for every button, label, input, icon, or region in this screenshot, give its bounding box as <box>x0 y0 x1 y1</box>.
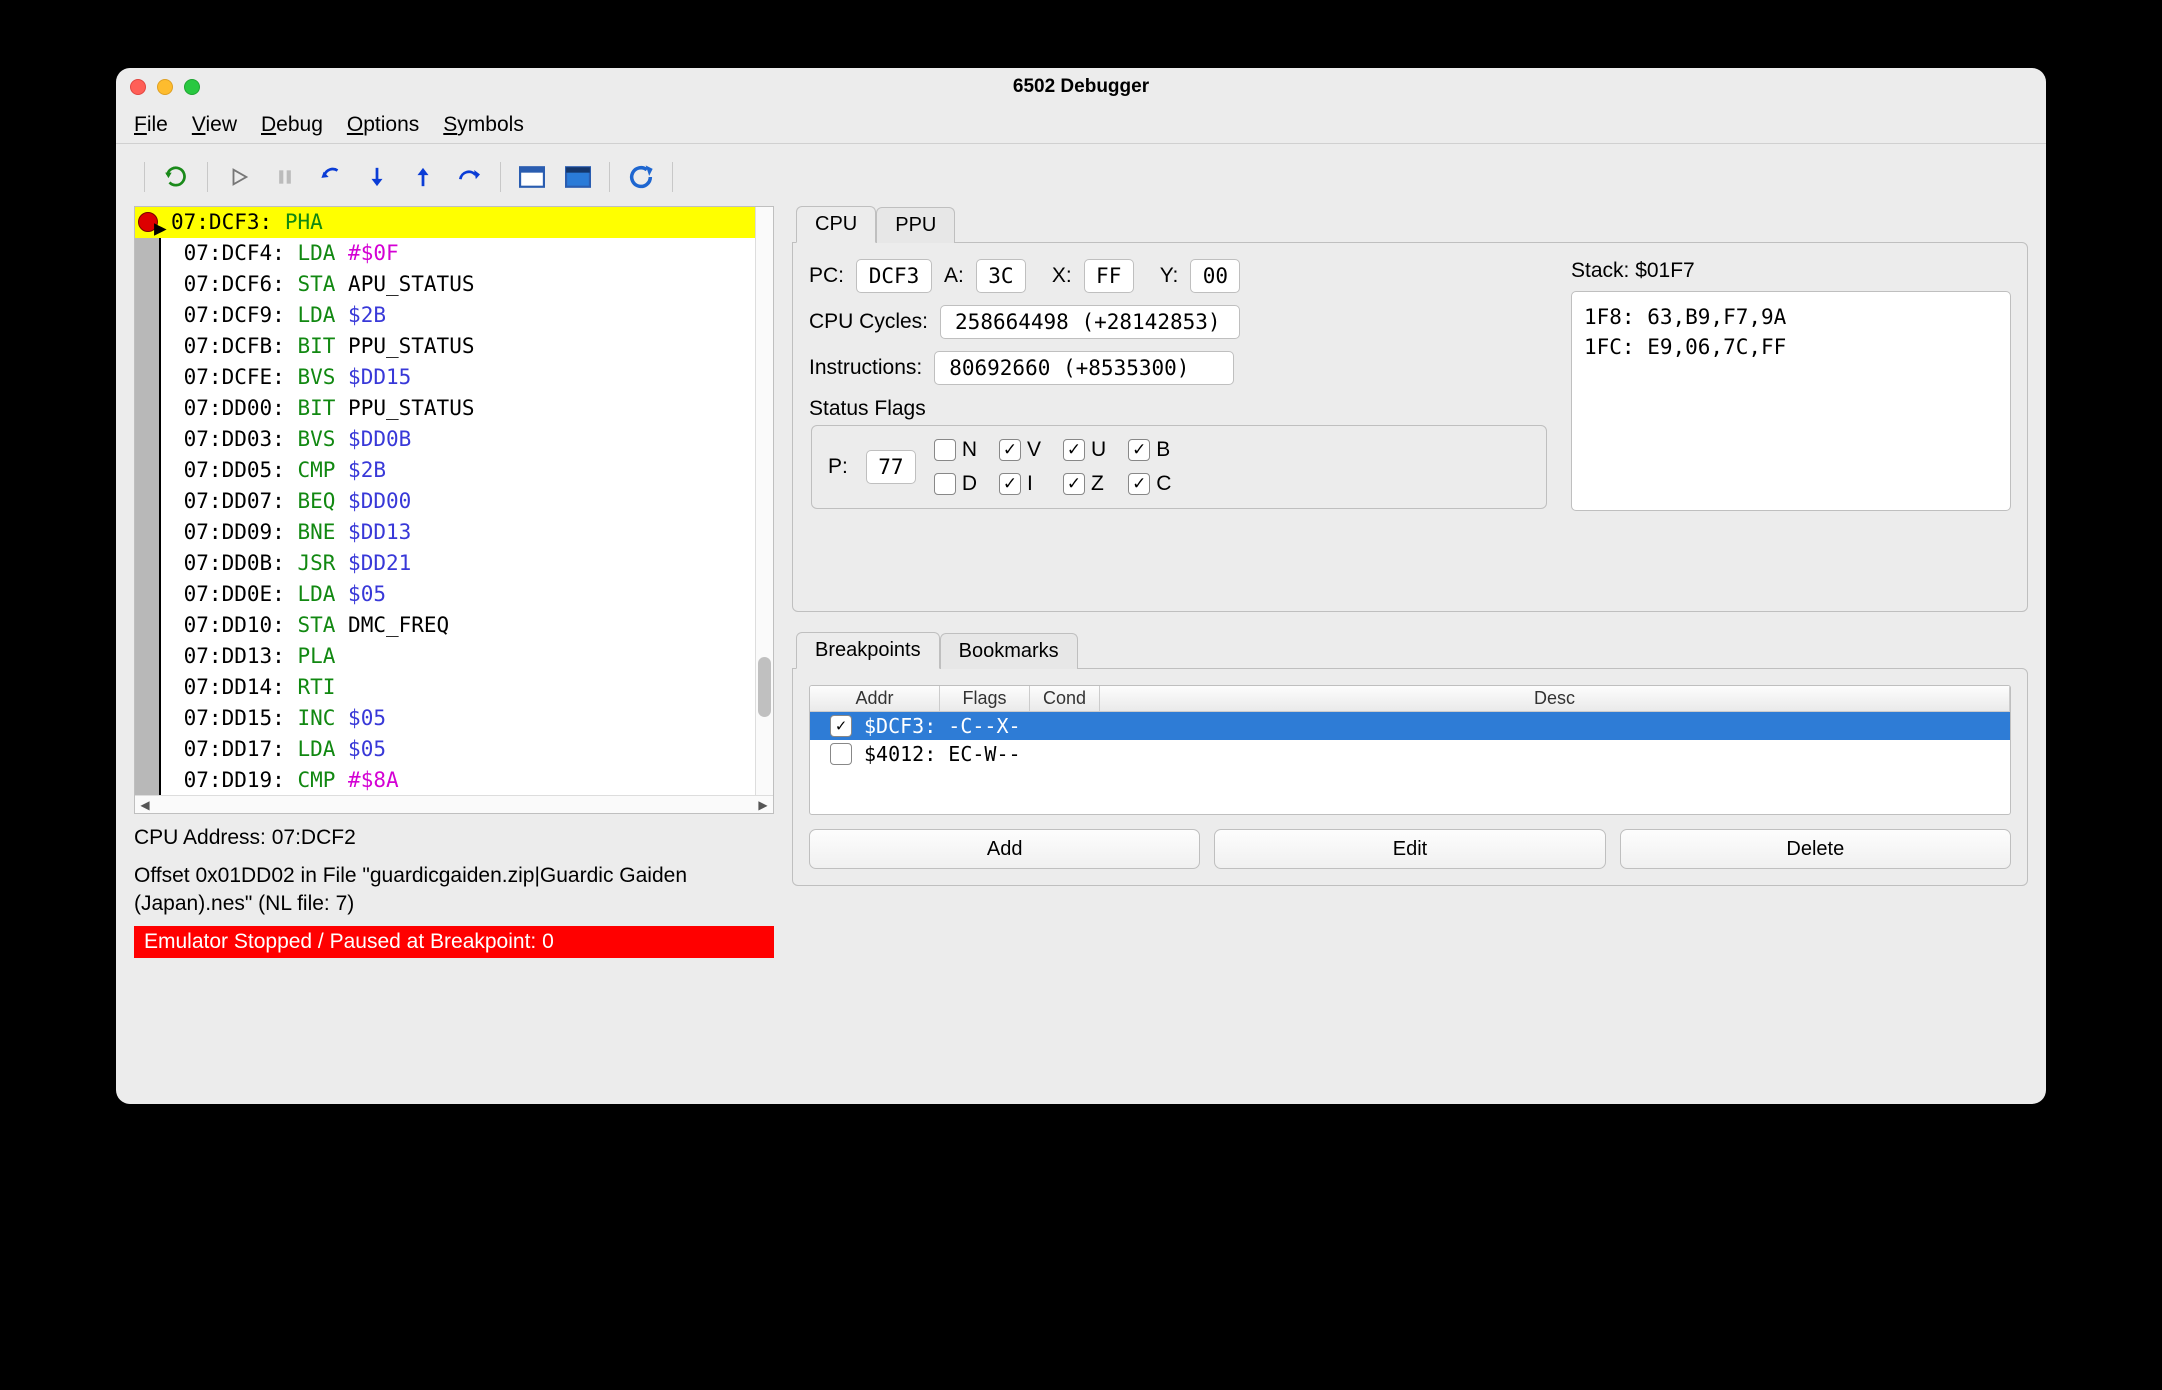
edit-button[interactable]: Edit <box>1214 829 1605 869</box>
bp-header: Addr Flags Cond Desc <box>810 686 2010 712</box>
bp-pane: Addr Flags Cond Desc ✓$DCF3: -C--X-$4012… <box>792 668 2028 886</box>
horizontal-scrollbar[interactable]: ◀ ▶ <box>135 795 773 813</box>
scroll-left-icon[interactable]: ◀ <box>137 798 153 812</box>
bp-row[interactable]: ✓$DCF3: -C--X- <box>810 712 2010 740</box>
p-label: P: <box>828 455 848 479</box>
vertical-scrollbar[interactable] <box>755 207 773 795</box>
bp-row[interactable]: $4012: EC-W-- <box>810 740 2010 768</box>
disasm-line[interactable]: 07:DD00: BIT PPU_STATUS <box>135 393 755 424</box>
file-offset-label: Offset 0x01DD02 in File "guardicgaiden.z… <box>134 862 774 918</box>
disasm-line[interactable]: 07:DCFB: BIT PPU_STATUS <box>135 331 755 362</box>
tab-cpu[interactable]: CPU <box>796 206 876 243</box>
bp-table[interactable]: Addr Flags Cond Desc ✓$DCF3: -C--X-$4012… <box>809 685 2011 815</box>
disasm-line[interactable]: 07:DD15: INC $05 <box>135 703 755 734</box>
instr-field[interactable]: 80692660 (+8535300) <box>934 351 1234 385</box>
titlebar: 6502 Debugger <box>116 68 2046 106</box>
delete-button[interactable]: Delete <box>1620 829 2011 869</box>
flag-d-checkbox[interactable]: D <box>934 472 977 496</box>
disasm-line[interactable]: 07:DCF9: LDA $2B <box>135 300 755 331</box>
window-dark-icon[interactable] <box>557 158 599 196</box>
pc-field[interactable]: DCF3 <box>856 259 932 293</box>
bp-col-addr[interactable]: Addr <box>810 686 940 711</box>
tab-breakpoints[interactable]: Breakpoints <box>796 632 940 669</box>
flag-n-checkbox[interactable]: N <box>934 438 977 462</box>
flag-b-checkbox[interactable]: ✓B <box>1128 438 1171 462</box>
step-into-icon[interactable] <box>356 158 398 196</box>
flag-z-checkbox[interactable]: ✓Z <box>1063 472 1106 496</box>
status-flags-group: P: 77 N ✓V ✓U ✓B D ✓I ✓Z ✓C <box>811 425 1547 509</box>
disasm-line[interactable]: 07:DD05: CMP $2B <box>135 455 755 486</box>
toolbar <box>116 148 2046 206</box>
stack-label: Stack: $01F7 <box>1571 259 2011 283</box>
disasm-line[interactable]: 07:DD10: STA DMC_FREQ <box>135 610 755 641</box>
bp-col-flags[interactable]: Flags <box>940 686 1030 711</box>
bp-col-cond[interactable]: Cond <box>1030 686 1100 711</box>
pause-icon[interactable] <box>264 158 306 196</box>
cycles-label: CPU Cycles: <box>809 310 928 334</box>
flags-title: Status Flags <box>809 397 1549 421</box>
x-label: X: <box>1052 264 1072 288</box>
bp-col-desc[interactable]: Desc <box>1100 686 2010 711</box>
bp-tabhost: Breakpoints Bookmarks Addr Flags Cond De… <box>792 632 2028 886</box>
cycles-field[interactable]: 258664498 (+28142853) <box>940 305 1240 339</box>
disasm-line[interactable]: 07:DD0E: LDA $05 <box>135 579 755 610</box>
menu-debug[interactable]: Debug <box>261 113 323 137</box>
reload-icon[interactable] <box>155 158 197 196</box>
disassembly-view[interactable]: ▶07:DCF3: PHA 07:DCF4: LDA #$0F 07:DCF6:… <box>134 206 774 814</box>
y-field[interactable]: 00 <box>1190 259 1240 293</box>
step-back-icon[interactable] <box>310 158 352 196</box>
add-button[interactable]: Add <box>809 829 1200 869</box>
disasm-code: ▶07:DCF3: PHA 07:DCF4: LDA #$0F 07:DCF6:… <box>135 207 755 795</box>
run-icon[interactable] <box>218 158 260 196</box>
disasm-line[interactable]: 07:DD14: RTI <box>135 672 755 703</box>
y-label: Y: <box>1160 264 1179 288</box>
disasm-line[interactable]: 07:DCF6: STA APU_STATUS <box>135 269 755 300</box>
step-over-icon[interactable] <box>448 158 490 196</box>
stack-view[interactable]: 1F8: 63,B9,F7,9A 1FC: E9,06,7C,FF <box>1571 291 2011 511</box>
refresh-icon[interactable] <box>620 158 662 196</box>
flag-i-checkbox[interactable]: ✓I <box>999 472 1041 496</box>
cpu-tabhost: CPU PPU PC: DCF3 A: 3C X: <box>792 206 2028 612</box>
pc-label: PC: <box>809 264 844 288</box>
disasm-line[interactable]: 07:DD0B: JSR $DD21 <box>135 548 755 579</box>
disasm-line[interactable]: 07:DD07: BEQ $DD00 <box>135 486 755 517</box>
disasm-line[interactable]: 07:DD17: LDA $05 <box>135 734 755 765</box>
window-title: 6502 Debugger <box>116 76 2046 98</box>
scroll-right-icon[interactable]: ▶ <box>755 798 771 812</box>
disasm-line[interactable]: ▶07:DCF3: PHA <box>135 207 755 238</box>
cpu-address-label: CPU Address: 07:DCF2 <box>134 824 774 852</box>
menu-symbols[interactable]: Symbols <box>443 113 524 137</box>
menu-view[interactable]: View <box>192 113 237 137</box>
menu-file[interactable]: File <box>134 113 168 137</box>
flag-u-checkbox[interactable]: ✓U <box>1063 438 1106 462</box>
x-field[interactable]: FF <box>1084 259 1134 293</box>
a-field[interactable]: 3C <box>976 259 1026 293</box>
tab-bookmarks[interactable]: Bookmarks <box>940 633 1078 669</box>
tab-ppu[interactable]: PPU <box>876 207 955 243</box>
cpu-pane: PC: DCF3 A: 3C X: FF Y: 00 <box>792 242 2028 612</box>
disasm-line[interactable]: 07:DCFE: BVS $DD15 <box>135 362 755 393</box>
p-field[interactable]: 77 <box>866 450 916 484</box>
flag-v-checkbox[interactable]: ✓V <box>999 438 1041 462</box>
menubar: File View Debug Options Symbols <box>116 106 2046 144</box>
disasm-line[interactable]: 07:DCF4: LDA #$0F <box>135 238 755 269</box>
status-bar: Emulator Stopped / Paused at Breakpoint:… <box>134 926 774 958</box>
menu-options[interactable]: Options <box>347 113 419 137</box>
a-label: A: <box>944 264 964 288</box>
disasm-line[interactable]: 07:DD03: BVS $DD0B <box>135 424 755 455</box>
flag-c-checkbox[interactable]: ✓C <box>1128 472 1171 496</box>
instr-label: Instructions: <box>809 356 922 380</box>
debugger-window: 6502 Debugger File View Debug Options Sy… <box>116 68 2046 1104</box>
window-light-icon[interactable] <box>511 158 553 196</box>
step-out-icon[interactable] <box>402 158 444 196</box>
disasm-line[interactable]: 07:DD19: CMP #$8A <box>135 765 755 795</box>
disasm-line[interactable]: 07:DD09: BNE $DD13 <box>135 517 755 548</box>
disasm-line[interactable]: 07:DD13: PLA <box>135 641 755 672</box>
